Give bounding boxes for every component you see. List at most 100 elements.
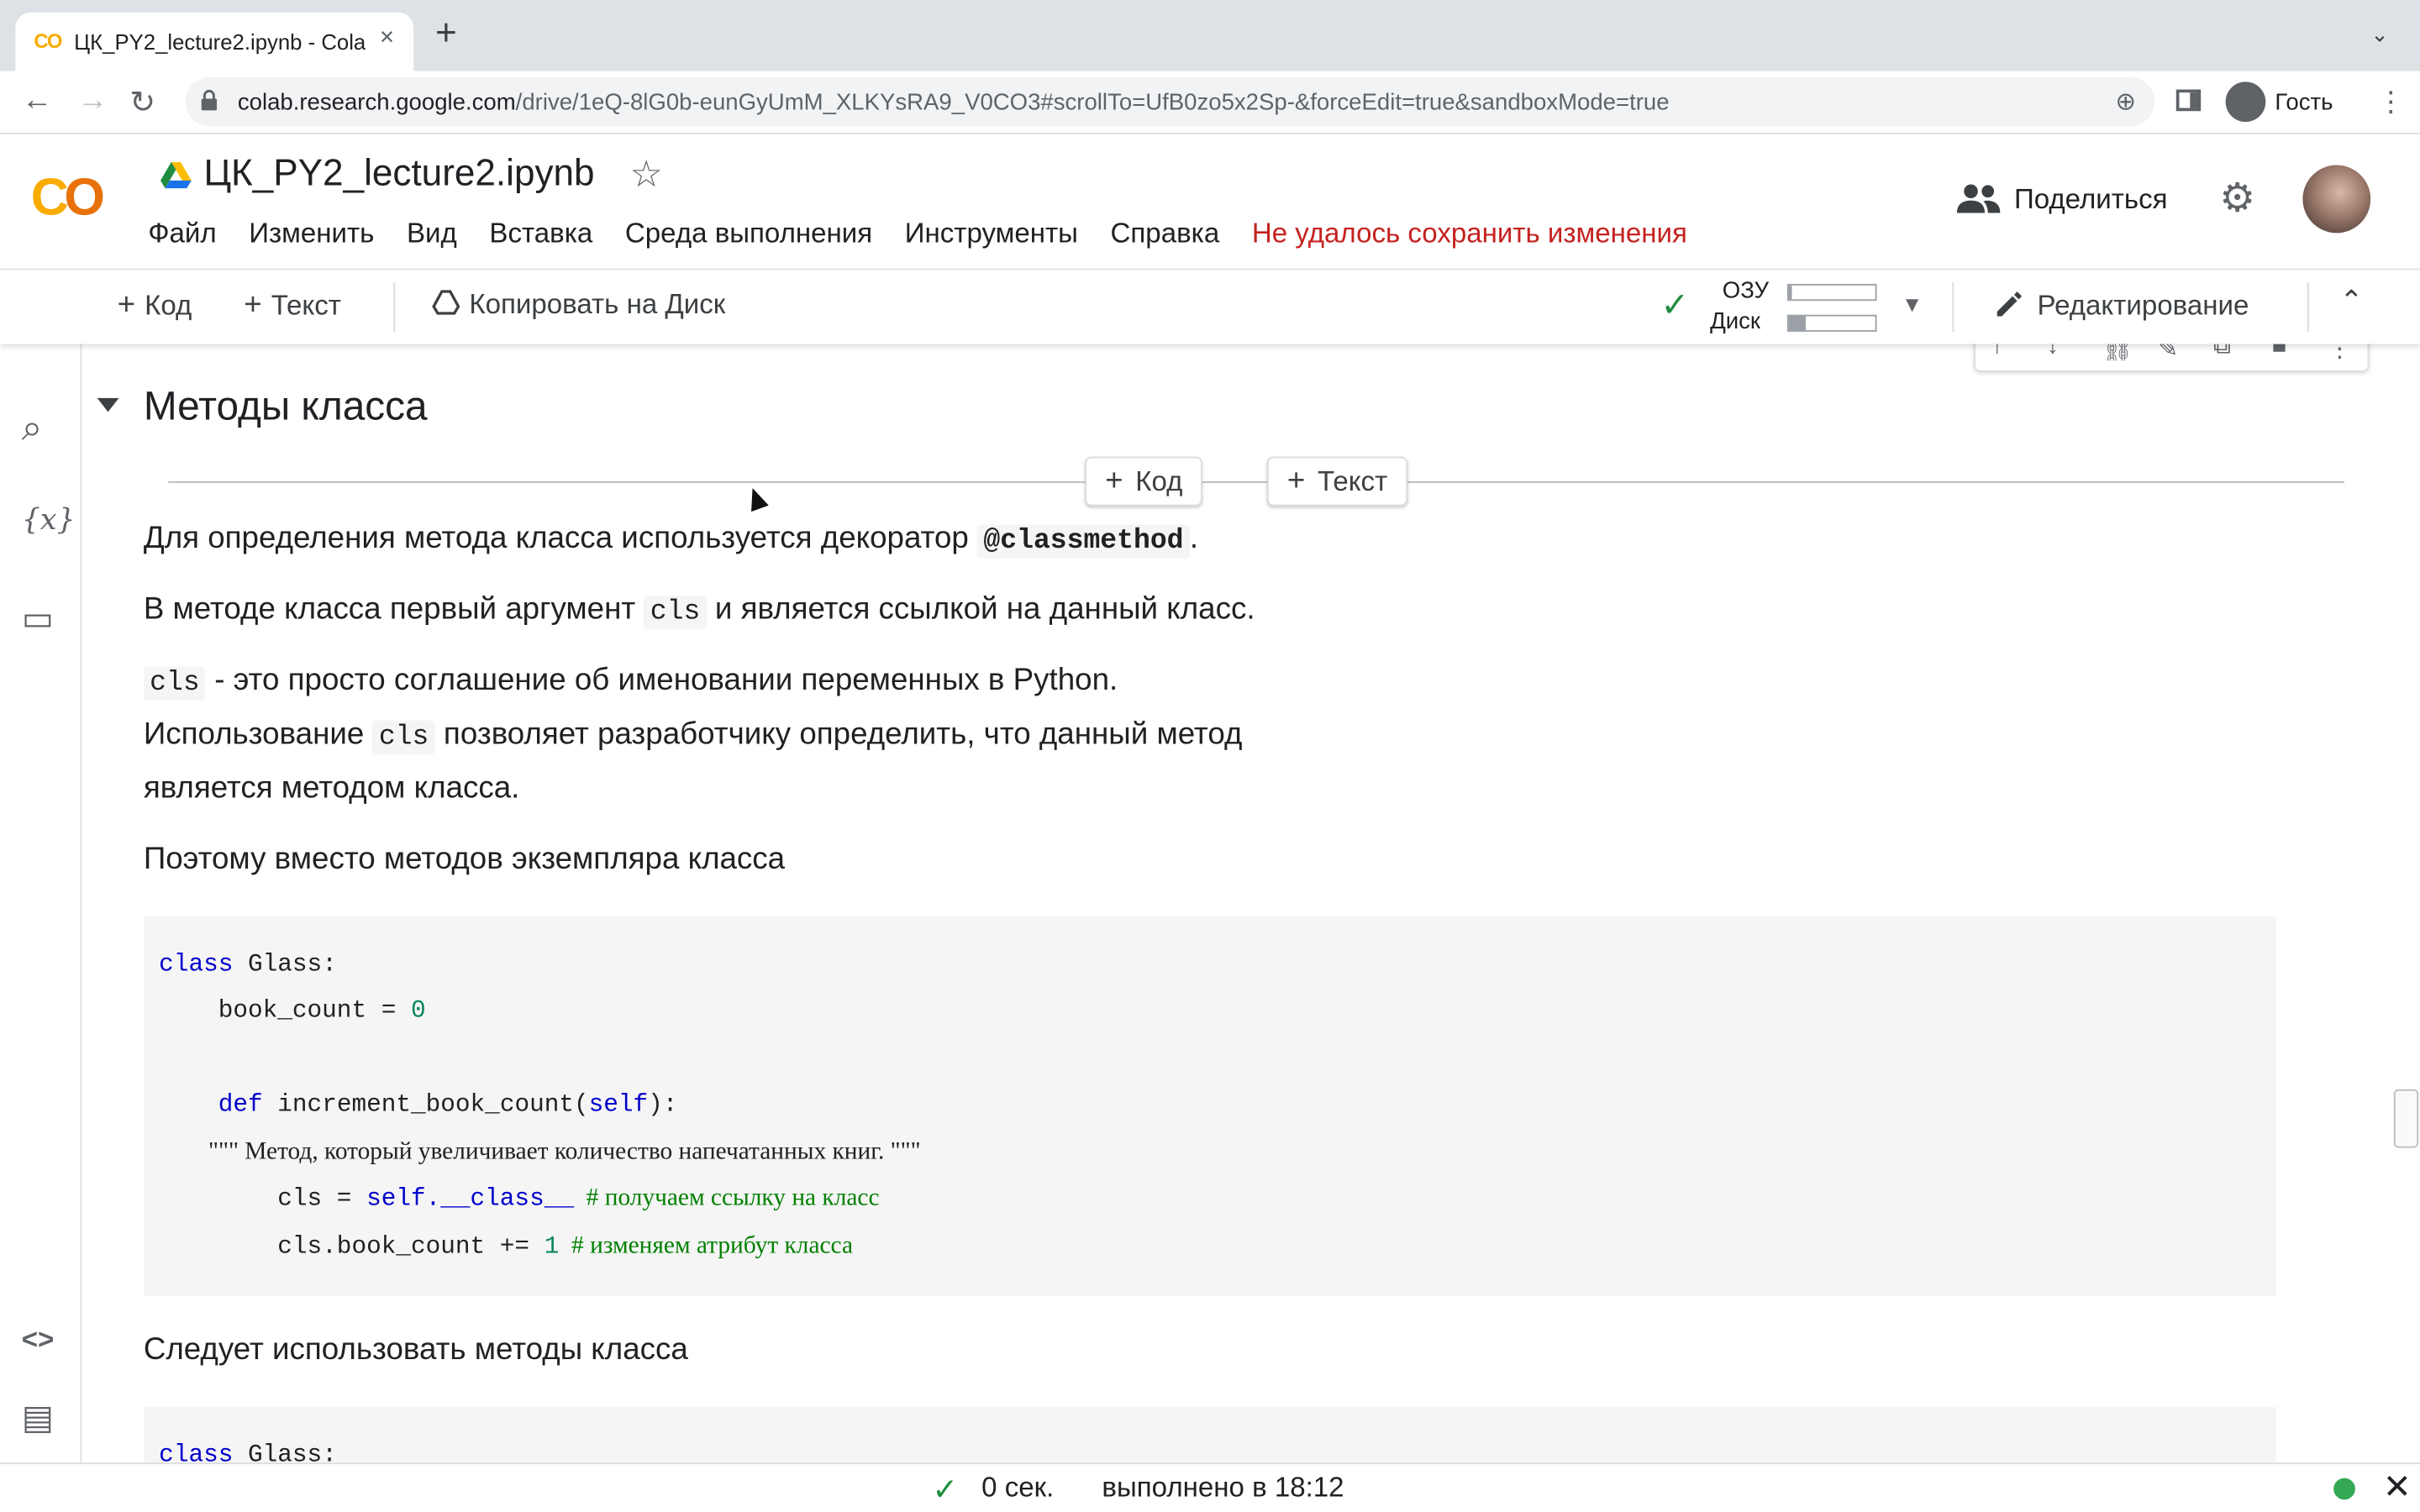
lock-icon — [201, 89, 218, 111]
forward-arrow-icon[interactable]: → — [77, 83, 108, 118]
code-snippets-icon[interactable]: <> — [22, 1324, 55, 1357]
add-code-button[interactable]: + Код — [118, 288, 192, 323]
code-text: increment_book_count( — [262, 1090, 589, 1119]
code-comment: # изменяем атрибут класса — [559, 1232, 853, 1259]
p1-end: . — [1189, 521, 1199, 556]
code-text: ): — [648, 1090, 678, 1119]
collapse-header-icon[interactable]: ⌃ — [2339, 286, 2363, 318]
p4-text: Использование — [143, 717, 373, 752]
share-label: Поделиться — [2013, 183, 2168, 215]
mirror-cell-icon[interactable]: ⧉ — [2213, 343, 2231, 361]
inline-code-cls: cls — [143, 666, 207, 701]
user-avatar[interactable] — [2302, 165, 2371, 234]
insert-code-cell-button[interactable]: + Код — [1085, 456, 1203, 507]
browser-tab-active[interactable]: CO ЦК_PY2_lecture2.ipynb - Cola × — [15, 12, 414, 71]
save-error-link[interactable]: Не удалось сохранить изменения — [1252, 218, 1687, 249]
move-cell-down-icon[interactable]: ↓ — [2047, 343, 2060, 361]
menu-help[interactable]: Справка — [1111, 218, 1220, 249]
insert-text-label: Текст — [1317, 465, 1388, 497]
notebook-title[interactable]: ЦК_PY2_lecture2.ipynb — [203, 153, 594, 196]
people-icon — [1956, 184, 2001, 213]
browser-toolbar: ← → ↻ colab.research.google.com/drive/1e… — [0, 71, 2420, 134]
close-status-icon[interactable]: ✕ — [2383, 1467, 2412, 1508]
star-icon[interactable]: ☆ — [629, 153, 663, 197]
menu-tools[interactable]: Инструменты — [905, 218, 1078, 249]
section-collapse-caret-icon[interactable] — [97, 397, 119, 412]
code-text: cls.book_count += — [159, 1232, 544, 1261]
copy-to-drive-button[interactable]: Копировать на Диск — [432, 288, 725, 321]
code-block-classmethod[interactable]: class Glass: — [143, 1407, 2277, 1463]
code-line: cls = self.__class__ # получаем ссылку н… — [159, 1185, 879, 1213]
add-text-button[interactable]: + Текст — [244, 288, 341, 323]
resource-monitor[interactable]: ОЗУ Диск — [1710, 276, 1769, 338]
url-path: /drive/1eQ-8lG0b-eunGyUmM_XLKYsRA9_V0CO3… — [515, 89, 1670, 116]
back-arrow-icon[interactable]: ← — [22, 83, 53, 118]
insert-text-cell-button[interactable]: + Текст — [1266, 456, 1408, 507]
logo-o: O — [64, 168, 105, 227]
code-keyword: class — [159, 1441, 234, 1463]
code-line: def increment_book_count(self): — [159, 1090, 678, 1119]
paragraph-cls-convention: cls - это просто соглашение об именовани… — [143, 663, 1118, 701]
disk-usage-bar — [1786, 314, 1877, 332]
colab-menubar: Файл Изменить Вид Вставка Среда выполнен… — [148, 218, 1712, 250]
tab-search-icon[interactable]: ⌄ — [2370, 22, 2389, 48]
code-text: Glass: — [233, 1441, 337, 1463]
editing-mode-button[interactable]: Редактирование — [1994, 288, 2249, 322]
zoom-icon[interactable]: ⊕ — [2115, 87, 2136, 118]
ram-usage-bar — [1786, 283, 1877, 302]
delete-cell-icon[interactable]: ■ — [2272, 343, 2287, 361]
plus-icon: + — [244, 288, 262, 323]
code-number: 0 — [411, 996, 426, 1025]
ram-label: ОЗУ — [1722, 277, 1770, 304]
insert-code-label: Код — [1135, 465, 1183, 497]
menu-insert[interactable]: Вставка — [489, 218, 592, 249]
code-line: class Glass: — [159, 950, 337, 978]
move-cell-up-icon[interactable]: ↑ — [1991, 343, 2003, 361]
code-keyword: class — [159, 950, 234, 979]
p4-end: позволяет разработчику определить, что д… — [434, 717, 1243, 752]
paragraph-cls-usage: Использование cls позволяет разработчику… — [143, 717, 1243, 755]
logo-c: C — [30, 168, 69, 227]
files-folder-icon[interactable]: ▭ — [22, 599, 54, 639]
colab-logo[interactable]: CO — [30, 168, 105, 228]
code-number: 1 — [544, 1232, 560, 1261]
paragraph-cls-argument: В методе класса первый аргумент cls и яв… — [144, 592, 1255, 630]
cell-divider — [168, 481, 2344, 483]
paragraph-instead: Поэтому вместо методов экземпляра класса — [143, 842, 786, 877]
reload-icon[interactable]: ↻ — [129, 83, 155, 122]
browser-menu-icon[interactable]: ⋮ — [2377, 87, 2405, 119]
edit-cell-icon[interactable]: ✎ — [2158, 343, 2179, 365]
menu-edit[interactable]: Изменить — [249, 218, 374, 249]
variables-icon[interactable]: {x} — [22, 503, 76, 537]
menu-runtime[interactable]: Среда выполнения — [625, 218, 872, 249]
cell-more-icon[interactable]: ⋮ — [2328, 343, 2352, 365]
menu-file[interactable]: Файл — [148, 218, 216, 249]
link-cell-icon[interactable]: ⛓ — [2102, 343, 2133, 365]
settings-gear-icon[interactable]: ⚙ — [2219, 175, 2255, 223]
menu-view[interactable]: Вид — [407, 218, 457, 249]
new-tab-button[interactable]: + — [435, 14, 457, 51]
editing-mode-label: Редактирование — [2037, 290, 2249, 322]
side-panel-icon[interactable] — [2175, 89, 2202, 112]
profile-avatar-icon — [2225, 81, 2266, 123]
drive-outline-icon — [432, 290, 460, 315]
search-icon[interactable]: ⌕ — [22, 407, 43, 450]
runtime-dropdown-icon[interactable]: ▼ — [1902, 291, 1923, 316]
toolbar-divider — [2307, 282, 2309, 332]
colab-header: CO ЦК_PY2_lecture2.ipynb ☆ Файл Изменить… — [0, 134, 2420, 267]
guest-profile-button[interactable]: Гость — [2222, 76, 2355, 127]
command-palette-icon[interactable]: ▤ — [22, 1398, 54, 1438]
connected-check-icon: ✓ — [1660, 285, 1690, 324]
tab-close-icon[interactable]: × — [380, 24, 394, 52]
scrollbar-thumb[interactable] — [2393, 1089, 2419, 1148]
paragraph-decorator: Для определения метода класса использует… — [144, 521, 1199, 559]
address-bar[interactable]: colab.research.google.com/drive/1eQ-8lG0… — [185, 76, 2155, 127]
google-drive-icon[interactable] — [160, 161, 192, 190]
paragraph-use-classmethods: Следует использовать методы класса — [143, 1332, 688, 1368]
p3-text: - это просто соглашение об именовании пе… — [206, 663, 1118, 698]
execution-duration: 0 сек. — [981, 1472, 1055, 1503]
toolbar-divider — [1952, 282, 1954, 332]
code-block-instance-method[interactable]: class Glass: book_count = 0 def incremen… — [143, 916, 2277, 1296]
code-line: class Glass: — [159, 1441, 337, 1463]
